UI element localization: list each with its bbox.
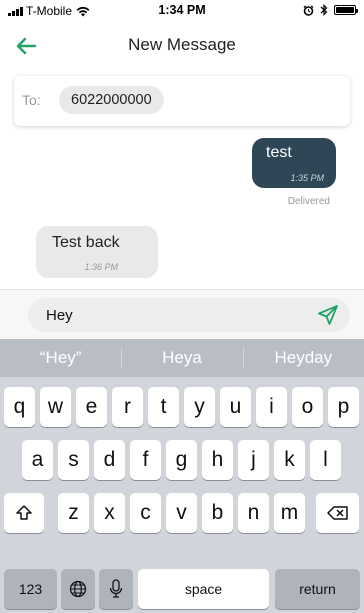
key-p[interactable]: p <box>328 387 359 427</box>
space-key[interactable]: space <box>138 569 269 609</box>
key-h[interactable]: h <box>202 440 233 480</box>
conversation-thread: test 1:35 PM Delivered Test back 1:36 PM <box>0 130 364 288</box>
key-f[interactable]: f <box>130 440 161 480</box>
key-k[interactable]: k <box>274 440 305 480</box>
key-x[interactable]: x <box>94 493 125 533</box>
nav-header: New Message <box>0 24 364 68</box>
incoming-message-bubble[interactable]: Test back 1:36 PM <box>36 226 158 278</box>
key-c[interactable]: c <box>130 493 161 533</box>
key-z[interactable]: z <box>58 493 89 533</box>
return-key[interactable]: return <box>275 569 360 609</box>
key-t[interactable]: t <box>148 387 179 427</box>
suggestion-3[interactable]: Heyday <box>242 339 364 377</box>
key-e[interactable]: e <box>76 387 107 427</box>
recipient-field[interactable]: To: 6022000000 <box>14 76 350 126</box>
message-input[interactable]: Hey <box>28 298 350 332</box>
outgoing-message-text: test <box>266 144 292 161</box>
shift-icon <box>16 505 32 520</box>
send-icon <box>318 305 338 325</box>
key-r[interactable]: r <box>112 387 143 427</box>
key-y[interactable]: y <box>184 387 215 427</box>
page-title: New Message <box>128 35 236 54</box>
keyboard: “Hey” Heya Heyday qwertyuiop asdfghjkl z… <box>0 339 364 613</box>
key-o[interactable]: o <box>292 387 323 427</box>
numbers-key[interactable]: 123 <box>4 569 57 609</box>
to-label: To: <box>22 92 41 108</box>
suggestion-1[interactable]: “Hey” <box>0 339 121 377</box>
key-row-4: 123 space return <box>0 569 364 609</box>
microphone-icon <box>109 579 123 598</box>
key-row-1: qwertyuiop <box>0 387 364 427</box>
incoming-message-time: 1:36 PM <box>84 262 118 272</box>
backspace-icon <box>326 506 348 520</box>
send-button[interactable] <box>316 303 340 327</box>
bluetooth-icon <box>320 4 328 16</box>
recipient-chip[interactable]: 6022000000 <box>59 86 164 114</box>
key-w[interactable]: w <box>40 387 71 427</box>
shift-key[interactable] <box>4 493 44 533</box>
key-i[interactable]: i <box>256 387 287 427</box>
key-l[interactable]: l <box>310 440 341 480</box>
key-v[interactable]: v <box>166 493 197 533</box>
key-row-3: zxcvbnm <box>0 493 364 533</box>
key-d[interactable]: d <box>94 440 125 480</box>
outgoing-message-time: 1:35 PM <box>290 173 324 183</box>
suggestion-2[interactable]: Heya <box>121 339 242 377</box>
key-row-2: asdfghjkl <box>0 440 364 480</box>
status-right <box>303 4 358 16</box>
delivery-status: Delivered <box>287 196 330 207</box>
globe-icon <box>69 580 87 598</box>
key-u[interactable]: u <box>220 387 251 427</box>
dictation-key[interactable] <box>99 569 133 609</box>
status-bar: T-Mobile 1:34 PM <box>0 0 364 22</box>
key-b[interactable]: b <box>202 493 233 533</box>
key-g[interactable]: g <box>166 440 197 480</box>
backspace-key[interactable] <box>316 493 359 533</box>
predictive-bar: “Hey” Heya Heyday <box>0 339 364 377</box>
message-input-value: Hey <box>46 307 73 324</box>
key-n[interactable]: n <box>238 493 269 533</box>
outgoing-message-bubble[interactable]: test 1:35 PM <box>252 138 336 188</box>
message-composer: Hey <box>0 289 364 339</box>
key-m[interactable]: m <box>274 493 305 533</box>
battery-icon <box>334 5 358 15</box>
alarm-icon <box>303 5 314 16</box>
key-q[interactable]: q <box>4 387 35 427</box>
key-j[interactable]: j <box>238 440 269 480</box>
key-a[interactable]: a <box>22 440 53 480</box>
globe-key[interactable] <box>61 569 95 609</box>
incoming-message-text: Test back <box>52 234 120 251</box>
key-s[interactable]: s <box>58 440 89 480</box>
messaging-screen: T-Mobile 1:34 PM New Message To: 6022000… <box>0 0 364 613</box>
